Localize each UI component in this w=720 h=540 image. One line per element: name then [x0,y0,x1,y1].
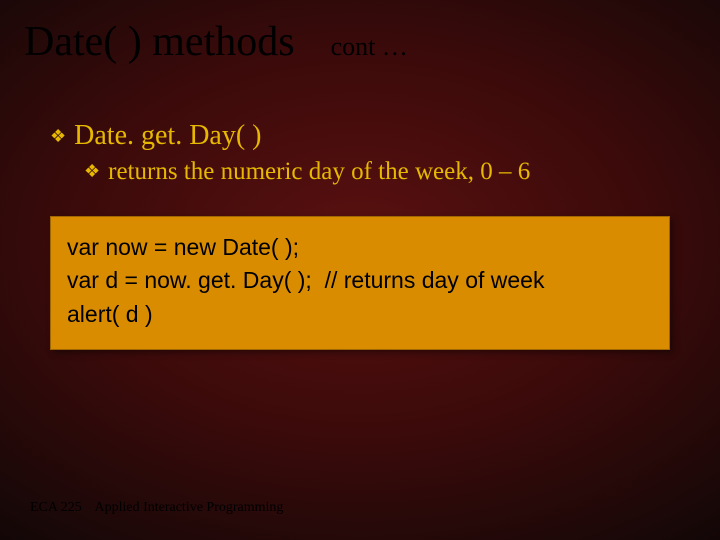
bullet-text-2: returns the numeric day of the week, 0 –… [108,158,530,186]
diamond-icon: ❖ [84,161,100,182]
code-box: var now = new Date( ); var d = now. get.… [50,216,670,350]
code-line: alert( d ) [67,298,653,331]
page-title: Date( ) methods [24,18,295,66]
footer-name: Applied Interactive Programming [94,500,283,515]
diamond-icon: ❖ [50,126,66,147]
title-row: Date( ) methods cont … [24,18,408,66]
title-continued: cont … [331,32,408,62]
content-area: ❖ Date. get. Day( ) ❖ returns the numeri… [50,120,680,350]
bullet-level1: ❖ Date. get. Day( ) [50,120,680,152]
footer-course: ECA 225 [30,500,82,515]
code-line: var now = new Date( ); [67,231,653,264]
bullet-text-1: Date. get. Day( ) [74,120,261,152]
slide: Date( ) methods cont … ❖ Date. get. Day(… [0,0,720,540]
bullet-level2: ❖ returns the numeric day of the week, 0… [84,158,680,186]
footer: ECA 225 Applied Interactive Programming [30,500,283,516]
code-line: var d = now. get. Day( ); // returns day… [67,264,653,297]
